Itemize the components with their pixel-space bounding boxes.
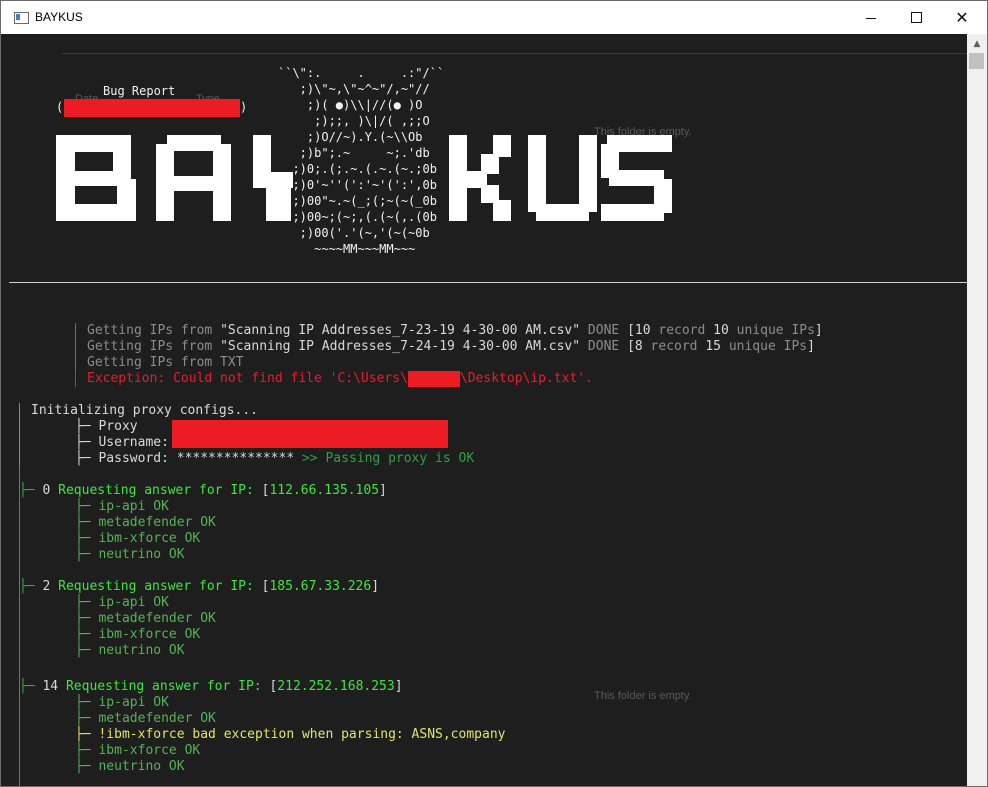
redacted-name-box — [64, 99, 240, 117]
log-line: Getting IPs from "Scanning IP Addresses_… — [87, 323, 823, 338]
service-result: ├─ neutrino OK — [75, 547, 185, 562]
proxy-status: >> Passing proxy is OK — [301, 451, 475, 466]
log-line: Getting IPs from TXT — [87, 355, 244, 370]
close-icon: ✕ — [955, 8, 969, 27]
request-ip: 212.252.168.253 — [277, 679, 395, 694]
request-ip: 112.66.135.105 — [269, 483, 380, 498]
service-result: ├─ metadefender OK — [75, 711, 216, 726]
service-result: ├─ neutrino OK — [75, 759, 185, 774]
close-button[interactable]: ✕ — [939, 1, 985, 34]
request-gutter-bar — [19, 467, 20, 786]
service-result: ├─ neutrino OK — [75, 643, 185, 658]
request-label: Requesting answer for IP: — [65, 679, 262, 694]
username-label: ├─ Username: — [75, 435, 169, 450]
request-header: ├─ 2 Requesting answer for IP: [185.67.3… — [19, 579, 380, 594]
proxy-label: ├─ Proxy : — [75, 419, 177, 434]
proxy-init-title: Initializing proxy configs... — [31, 403, 258, 418]
console-window: BAYKUS ✕ This folder is empty. This fold… — [0, 0, 988, 787]
owl-ascii-art: ``\":. . .:"/`` ;)\"~,\"~^~"/,~"// ;)( ●… — [278, 66, 445, 256]
service-result: ├─ ibm-xforce OK — [75, 627, 201, 642]
error-line: Exception: Could not find file 'C:\Users… — [87, 371, 593, 387]
service-result: ├─ metadefender OK — [75, 515, 216, 530]
maximize-icon — [910, 12, 922, 23]
maximize-button[interactable] — [893, 1, 939, 34]
redacted-username-box — [407, 371, 460, 387]
window-title: BAYKUS — [35, 10, 83, 24]
password-label: ├─ Password: — [75, 451, 169, 466]
close-paren: ) — [240, 100, 248, 114]
vertical-scrollbar[interactable]: ▲ — [967, 34, 987, 786]
password-line: ├─ Password: *************** >> Passing … — [75, 451, 474, 467]
ghost-folder-empty-text: This folder is empty. — [594, 690, 692, 702]
console-output[interactable]: This folder is empty. This folder is emp… — [1, 34, 967, 786]
bug-report-label: Bug Report — [103, 84, 176, 98]
proxy-gutter-bar — [19, 403, 20, 467]
open-paren: ( — [56, 100, 64, 114]
request-label: Requesting answer for IP: — [58, 483, 254, 498]
service-result: ├─ ibm-xforce OK — [75, 531, 201, 546]
log-gutter-bar — [75, 323, 76, 371]
separator-bottom — [9, 282, 967, 283]
terminal-window-icon — [14, 12, 29, 24]
scroll-up-button[interactable]: ▲ — [967, 36, 987, 52]
service-result: ├─ ip-api OK — [75, 595, 169, 610]
error-suffix: \Desktop\ip.txt'. — [459, 371, 593, 386]
service-result: ├─ ip-api OK — [75, 499, 169, 514]
service-result: ├─ metadefender OK — [75, 611, 216, 626]
scroll-thumb[interactable] — [969, 53, 984, 69]
redacted-proxy-box — [172, 420, 448, 448]
title-bar[interactable]: BAYKUS ✕ — [1, 1, 987, 34]
service-result: ├─ ibm-xforce OK — [75, 743, 201, 758]
service-warning: ├─ !ibm-xforce bad exception when parsin… — [75, 727, 506, 742]
error-prefix: Exception: Could not find file 'C:\Users… — [87, 371, 408, 386]
log-line: Getting IPs from "Scanning IP Addresses_… — [87, 339, 815, 354]
chevron-up-icon: ▲ — [973, 39, 981, 49]
request-label: Requesting answer for IP: — [58, 579, 254, 594]
request-header: ├─ 14 Requesting answer for IP: [212.252… — [19, 679, 403, 694]
request-index: 14 — [42, 679, 59, 694]
minimize-icon — [866, 18, 876, 19]
separator-top — [61, 53, 967, 54]
log-gutter-bar-error — [75, 371, 76, 387]
service-result: ├─ ip-api OK — [75, 695, 169, 710]
request-ip: 185.67.33.226 — [269, 579, 372, 594]
request-header: ├─ 0 Requesting answer for IP: [112.66.1… — [19, 483, 387, 498]
password-value: *************** — [176, 451, 295, 466]
minimize-button[interactable] — [848, 1, 894, 34]
